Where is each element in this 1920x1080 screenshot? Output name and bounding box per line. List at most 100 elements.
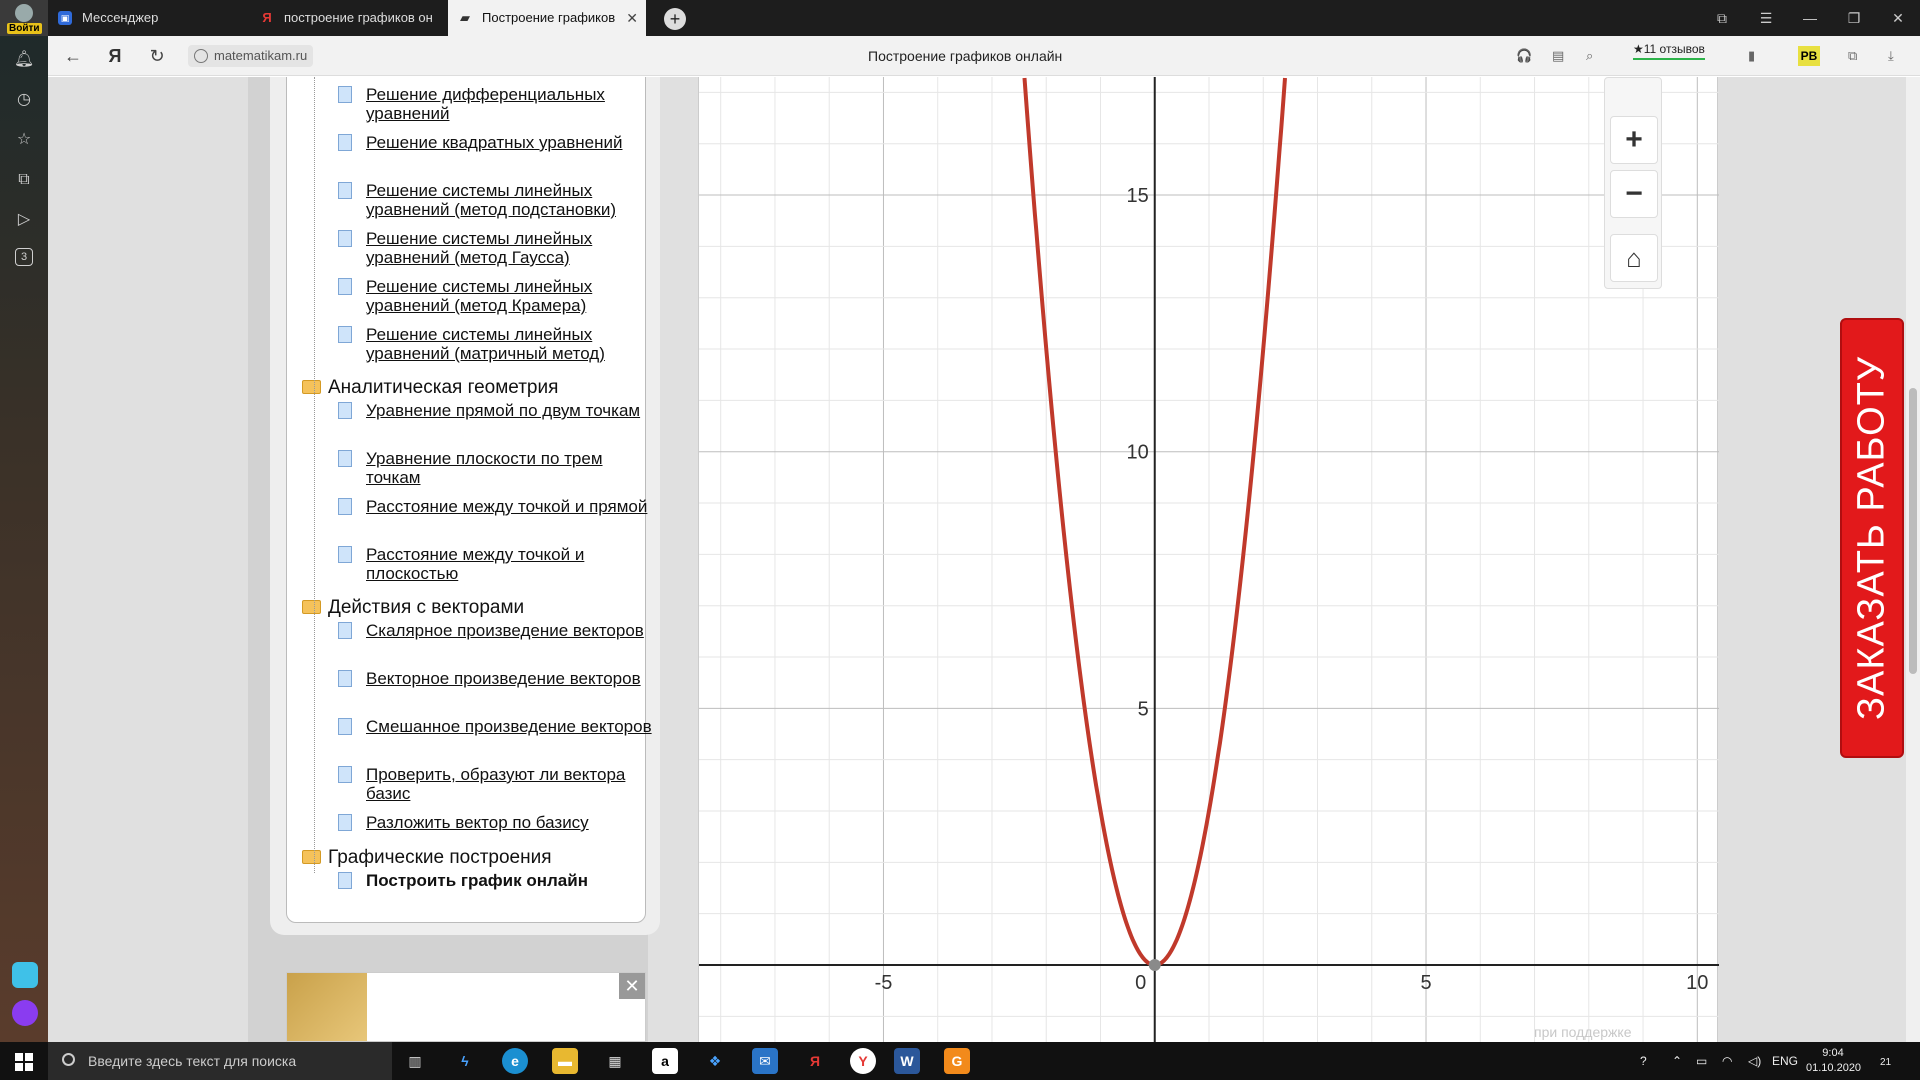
menu-folder-label: Действия с векторами <box>328 597 525 618</box>
document-icon <box>338 622 352 639</box>
wifi-icon[interactable]: ◠ <box>1722 1042 1732 1080</box>
x-tick-label: 10 <box>1686 972 1708 994</box>
graph-area[interactable]: -5 0 5 10 5 10 15 <box>698 77 1719 1042</box>
document-icon <box>338 670 352 687</box>
windows-taskbar: Введите здесь текст для поиска ▥ ϟ e ▬ ▦… <box>0 1042 1920 1080</box>
collections-icon[interactable]: ⧉ <box>12 168 36 192</box>
document-icon <box>338 718 352 735</box>
close-tab-icon[interactable]: ✕ <box>626 0 638 36</box>
new-tab-button[interactable]: + <box>664 8 686 30</box>
function-plot[interactable]: -5 0 5 10 5 10 15 <box>699 77 1719 1042</box>
rb-extension-icon[interactable]: РВ <box>1798 46 1820 66</box>
menu-link-label: Построить график онлайн <box>366 871 588 890</box>
headphones-icon[interactable]: 🎧 <box>1516 36 1532 76</box>
clock-date: 01.10.2020 <box>1806 1062 1862 1074</box>
history-icon[interactable]: ◷ <box>12 88 36 112</box>
mail-icon[interactable]: ✉ <box>752 1048 778 1074</box>
login-label: Войти <box>7 23 42 34</box>
file-explorer-icon[interactable]: ▬ <box>552 1048 578 1074</box>
close-ad-icon[interactable]: ✕ <box>619 973 645 999</box>
folder-icon <box>302 850 321 864</box>
back-icon[interactable]: ← <box>58 36 88 76</box>
order-work-button[interactable]: ЗАКАЗАТЬ РАБОТУ <box>1840 318 1904 758</box>
menu-link-label: Решение системы линейных уравнений (мето… <box>366 181 616 219</box>
menu-link-label: Уравнение плоскости по трем точкам <box>366 449 603 487</box>
battery-icon[interactable]: ▭ <box>1696 1042 1707 1080</box>
bookmarks-panel-icon[interactable]: ⧉ <box>1700 0 1744 36</box>
page-content: Решение дифференциальных уравнений Решени… <box>48 77 1906 1042</box>
download-icon[interactable]: ⤓ <box>1888 36 1894 76</box>
lightning-app-icon[interactable]: ϟ <box>452 1048 478 1074</box>
scrollbar-thumb[interactable] <box>1909 388 1917 674</box>
menu-link-label: Расстояние между точкой и плоскостью <box>366 545 585 583</box>
dropbox-icon[interactable]: ❖ <box>702 1048 728 1074</box>
zoom-out-button[interactable]: − <box>1610 170 1658 218</box>
search-icon <box>62 1053 75 1066</box>
document-icon <box>338 546 352 563</box>
home-view-button[interactable]: ⌂ <box>1610 234 1658 282</box>
minimize-icon[interactable]: — <box>1788 0 1832 36</box>
windows-start-button[interactable] <box>0 1042 48 1080</box>
zoom-in-button[interactable]: + <box>1610 116 1658 164</box>
star-icon[interactable]: ☆ <box>12 128 36 152</box>
browser-tab-bar: Войти ▣ Мессенджер Я построение графиков… <box>0 0 1920 36</box>
task-view-icon[interactable]: ▥ <box>402 1048 428 1074</box>
notification-count: 21 <box>1880 1057 1892 1068</box>
reader-mode-icon[interactable]: ▤ <box>1552 36 1564 76</box>
reload-icon[interactable]: ↻ <box>142 36 172 76</box>
store-icon[interactable]: ▦ <box>602 1048 628 1074</box>
alice-icon[interactable] <box>12 1000 38 1026</box>
menu-link-label: Векторное произведение векторов <box>366 669 641 688</box>
volume-icon[interactable]: ◁) <box>1748 1042 1761 1080</box>
powered-by-note: при поддержке <box>1534 1024 1632 1040</box>
tree-guide-line <box>314 77 315 873</box>
messenger-app-icon[interactable] <box>12 962 38 988</box>
document-icon <box>338 498 352 515</box>
page-title: Построение графиков онлайн <box>868 48 1063 64</box>
avatar <box>15 4 33 22</box>
tab-search-results[interactable]: Я построение графиков он <box>250 0 446 36</box>
tab-graph-builder[interactable]: ▰ Построение графиков ✕ <box>448 0 646 36</box>
menu-icon[interactable]: ☰ <box>1744 0 1788 36</box>
language-indicator[interactable]: ENG <box>1772 1042 1798 1080</box>
globe-icon <box>194 49 208 63</box>
amazon-icon[interactable]: a <box>652 1048 678 1074</box>
collections-icon[interactable]: ⧉ <box>1848 36 1857 76</box>
tray-chevron-icon[interactable]: ⌃ <box>1672 1042 1682 1080</box>
address-bar: ← Я ↻ matematikam.ru Построение графиков… <box>48 36 1920 76</box>
translate-icon[interactable]: ⌕ <box>1586 36 1593 76</box>
tab-label: построение графиков он <box>284 10 433 25</box>
ad-banner[interactable]: ✕ <box>286 972 646 1042</box>
url-field[interactable]: matematikam.ru <box>188 45 314 67</box>
y-tick-label: 5 <box>1138 698 1149 720</box>
close-window-icon[interactable]: ✕ <box>1876 0 1920 36</box>
yandex-app-icon[interactable]: Я <box>802 1048 828 1074</box>
x-tick-label: -5 <box>875 972 893 994</box>
login-button[interactable]: Войти <box>7 4 42 34</box>
play-icon[interactable]: ▷ <box>12 208 36 232</box>
menu-folder-label: Графические построения <box>328 847 552 868</box>
vertex-point <box>1148 959 1161 972</box>
restore-icon[interactable]: ❐ <box>1832 0 1876 36</box>
word-icon[interactable]: W <box>894 1048 920 1074</box>
orange-app-icon[interactable]: G <box>944 1048 970 1074</box>
menu-link-label: Решение квадратных уравнений <box>366 133 623 152</box>
taskbar-search-input[interactable]: Введите здесь текст для поиска <box>48 1042 392 1080</box>
bookmark-icon[interactable]: ▮ <box>1748 36 1755 76</box>
bell-icon[interactable]: 🔔︎ <box>12 48 36 72</box>
tabs-count-icon[interactable]: 3 <box>15 248 33 266</box>
yandex-browser-icon[interactable]: Y <box>850 1048 876 1074</box>
edge-icon[interactable]: e <box>502 1048 528 1074</box>
menu-link-label: Смешанное произведение векторов <box>366 717 652 736</box>
document-icon <box>338 326 352 343</box>
menu-link-label: Скалярное произведение векторов <box>366 621 644 640</box>
yandex-home-icon[interactable]: Я <box>100 36 130 76</box>
notifications-icon[interactable]: 21 <box>1880 1042 1891 1080</box>
help-icon[interactable]: ? <box>1640 1042 1647 1080</box>
system-clock[interactable]: 9:04 01.10.2020 <box>1806 1046 1862 1076</box>
graph-controls: + − ⌂ <box>1604 77 1662 289</box>
reviews-badge[interactable]: ★11 отзывов <box>1633 42 1705 60</box>
tab-messenger[interactable]: ▣ Мессенджер <box>48 0 248 36</box>
document-icon <box>338 230 352 247</box>
menu-link-label: Разложить вектор по базису <box>366 813 589 832</box>
